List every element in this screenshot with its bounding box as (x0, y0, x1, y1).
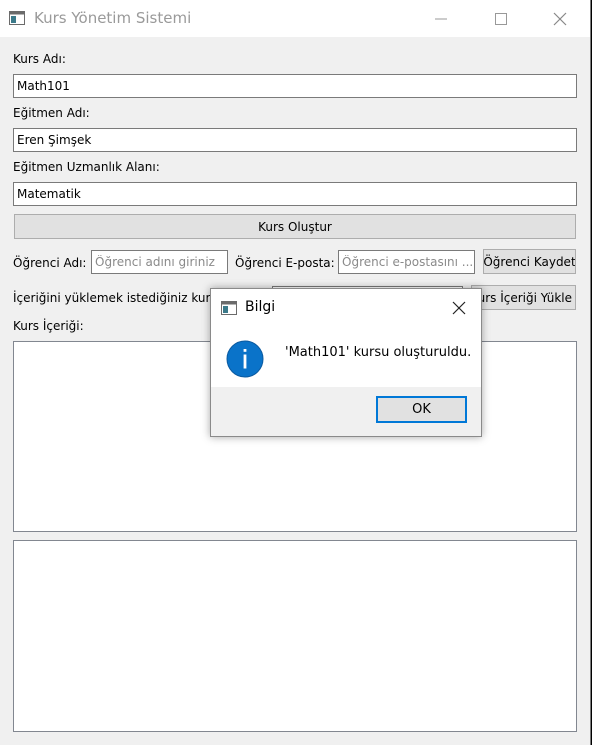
course-name-input[interactable] (13, 74, 577, 98)
close-button[interactable] (537, 0, 583, 37)
student-name-label: Öğrenci Adı: (13, 256, 87, 270)
load-content-button[interactable]: urs İçeriği Yükle (471, 285, 576, 310)
info-dialog: Bilgi 'Math101' kursu oluşturuldu. OK (210, 288, 482, 437)
dialog-title-bar[interactable]: Bilgi (211, 289, 481, 327)
course-content-label: Kurs İçeriği: (13, 319, 84, 333)
create-course-button[interactable]: Kurs Oluştur (14, 214, 576, 239)
course-name-label: Kurs Adı: (13, 52, 66, 66)
window-title: Kurs Yönetim Sistemi (34, 9, 192, 27)
close-icon (452, 301, 466, 315)
dialog-body: 'Math101' kursu oluşturuldu. (211, 327, 481, 387)
content-course-label: İçeriğini yüklemek istediğiniz kurs n (13, 291, 229, 305)
info-icon (226, 340, 264, 378)
student-email-label: Öğrenci E-posta: (235, 256, 335, 270)
instructor-name-label: Eğitmen Adı: (13, 106, 90, 120)
title-bar[interactable]: Kurs Yönetim Sistemi (0, 0, 590, 37)
ok-button[interactable]: OK (376, 396, 467, 423)
minimize-icon (435, 18, 447, 19)
maximize-button[interactable] (478, 0, 524, 37)
dialog-close-button[interactable] (437, 289, 481, 327)
close-icon (553, 12, 567, 25)
dialog-app-icon (221, 301, 237, 315)
dialog-title: Bilgi (245, 299, 276, 315)
register-student-button[interactable]: Öğrenci Kaydet (483, 249, 576, 274)
maximize-icon (495, 12, 507, 25)
instructor-name-input[interactable] (13, 128, 577, 152)
minimize-button[interactable] (418, 0, 464, 37)
dialog-message: 'Math101' kursu oluşturuldu. (285, 345, 472, 360)
output-textarea[interactable] (13, 540, 577, 732)
app-icon (9, 11, 25, 25)
instructor-field-label: Eğitmen Uzmanlık Alanı: (13, 160, 160, 174)
student-email-input[interactable] (338, 250, 475, 274)
student-name-input[interactable] (91, 250, 228, 274)
instructor-field-input[interactable] (13, 182, 577, 206)
